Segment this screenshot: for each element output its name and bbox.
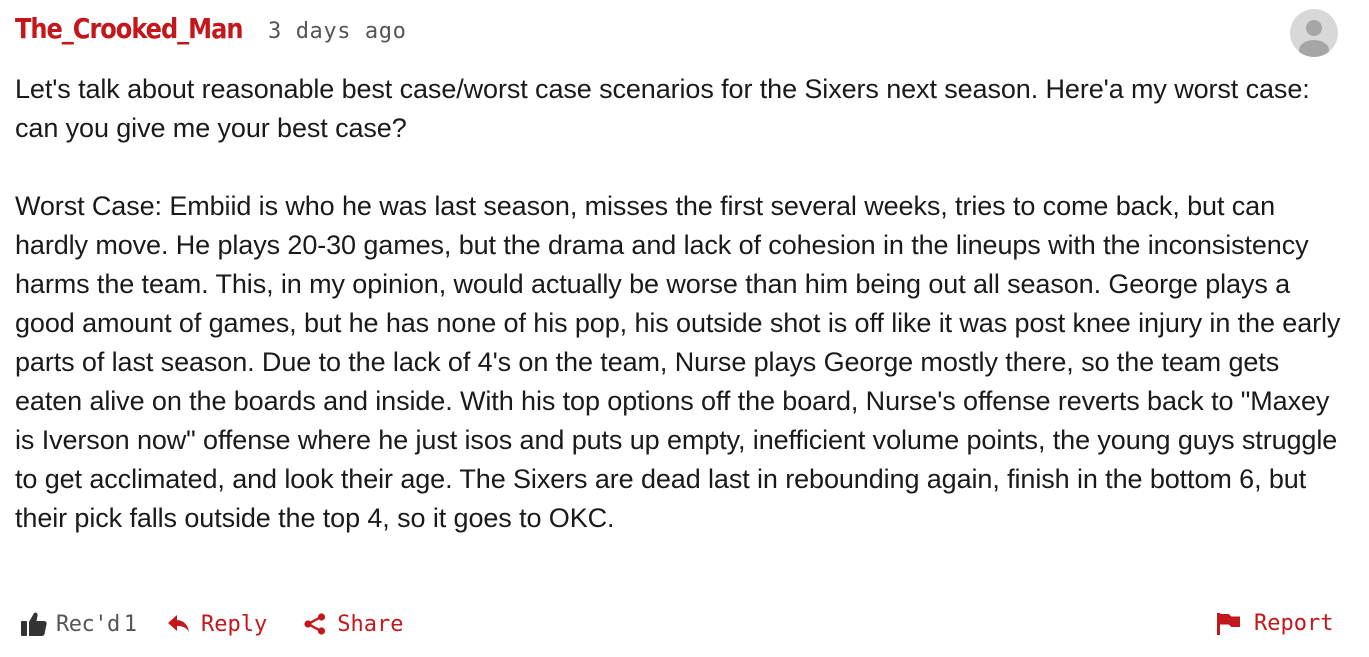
comment-timestamp[interactable]: 3 days ago [268,19,406,44]
rec-count: 1 [123,611,137,637]
rec-button[interactable]: Rec'd 1 [20,611,137,637]
reply-button[interactable]: Reply [167,612,267,637]
share-icon [303,613,327,635]
report-label: Report [1254,611,1334,636]
comment-header: The_Crooked_Man 3 days ago [15,12,406,45]
avatar-silhouette [1299,20,1329,57]
comment: The_Crooked_Man 3 days ago Let's talk ab… [0,0,1369,657]
rec-label: Rec'd [56,611,120,637]
report-button[interactable]: Report [1216,611,1333,636]
flag-icon [1216,612,1242,636]
comment-actions: Rec'd 1 Reply Share [20,611,403,637]
comment-body: Let's talk about reasonable best case/wo… [15,70,1350,538]
comment-paragraph-1: Let's talk about reasonable best case/wo… [15,74,1310,143]
comment-author-link[interactable]: The_Crooked_Man [15,12,243,45]
reply-label: Reply [200,611,268,637]
reply-arrow-icon [167,614,191,634]
share-label: Share [337,611,404,637]
thumbs-up-icon [20,611,48,637]
share-button[interactable]: Share [303,612,403,637]
comment-paragraph-2: Worst Case: Embiid is who he was last se… [15,191,1341,533]
user-avatar-icon[interactable] [1290,9,1338,57]
